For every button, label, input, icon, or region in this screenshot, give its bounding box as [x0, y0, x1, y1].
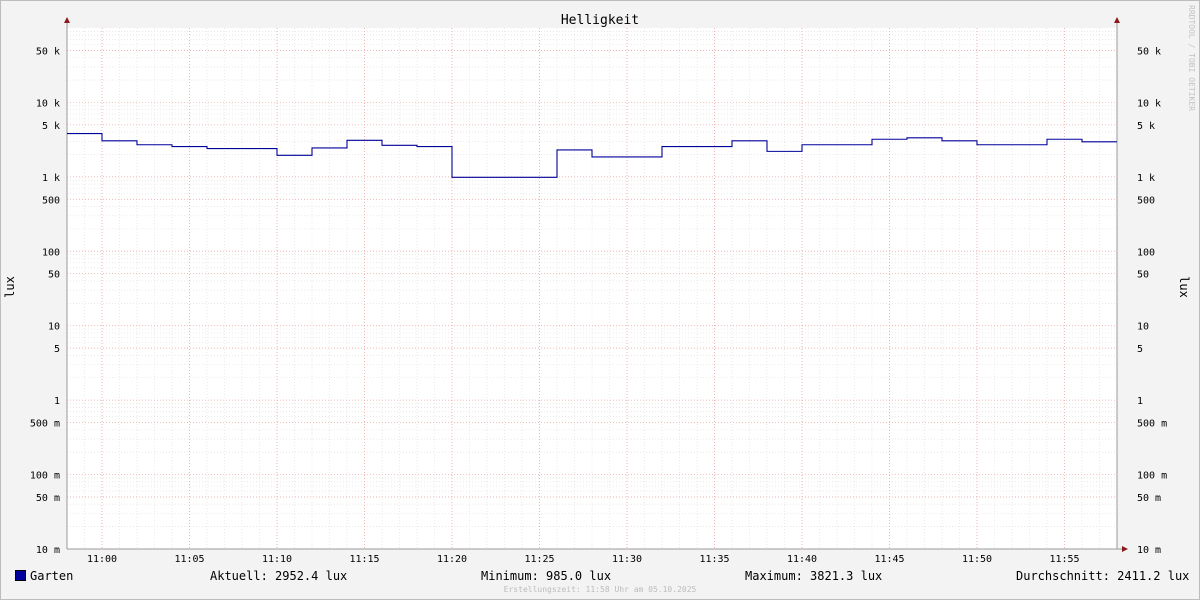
- y-tick-label-right: 100: [1137, 247, 1155, 258]
- rrdtool-watermark: RRDTOOL / TOBI OETIKER: [1187, 5, 1196, 111]
- y-tick-label-right: 50 m: [1137, 493, 1161, 504]
- y-tick-label-right: 5 k: [1137, 121, 1155, 132]
- legend-minimum: Minimum: 985.0 lux: [481, 569, 612, 583]
- legend-row: Garten Aktuell: 2952.4 lux Minimum: 985.…: [0, 567, 1200, 585]
- x-axis-arrow: [1122, 546, 1128, 552]
- x-tick-label: 11:30: [612, 554, 642, 565]
- y-axis-arrow-right: [1114, 17, 1120, 23]
- x-tick-label: 11:40: [787, 554, 817, 565]
- y-tick-label-right: 5: [1137, 344, 1143, 355]
- y-tick-label-left: 5 k: [42, 121, 60, 132]
- creation-time-note: Erstellungszeit: 11:58 Uhr am 05.10.2025: [503, 585, 697, 594]
- y-tick-label-left: 500: [42, 195, 60, 206]
- y-tick-label-left: 5: [54, 344, 60, 355]
- x-tick-label: 11:05: [174, 554, 204, 565]
- y-tick-label-left: 50 m: [36, 493, 60, 504]
- y-tick-label-right: 500: [1137, 195, 1155, 206]
- y-tick-label-right: 1: [1137, 396, 1143, 407]
- brightness-chart: Helligkeit lux lux 11:00 11:05 11:10 11:15 1…: [3, 13, 1191, 565]
- x-tick-label: 11:10: [262, 554, 292, 565]
- y-axis-label-right: lux: [1177, 276, 1191, 298]
- y-tick-label-left: 10 k: [36, 98, 60, 109]
- y-tick-label-left: 1: [54, 396, 60, 407]
- y-tick-label-right: 10 m: [1137, 545, 1161, 556]
- x-tick-label: 11:45: [874, 554, 904, 565]
- x-tick-label: 11:50: [962, 554, 992, 565]
- x-tick-label: 11:25: [524, 554, 554, 565]
- y-tick-label-right: 500 m: [1137, 419, 1167, 430]
- x-tick-label: 11:20: [437, 554, 467, 565]
- y-tick-label-left: 50: [48, 270, 60, 281]
- legend-swatch: [15, 570, 26, 581]
- y-axis-label-left: lux: [3, 276, 17, 298]
- x-tick-label: 11:00: [87, 554, 117, 565]
- x-tick-label: 11:15: [349, 554, 379, 565]
- y-tick-label-left: 100: [42, 247, 60, 258]
- y-tick-label-right: 10: [1137, 322, 1149, 333]
- y-tick-label-right: 10 k: [1137, 98, 1161, 109]
- legend-average: Durchschnitt: 2411.2 lux: [1016, 569, 1190, 583]
- x-tick-label: 11:35: [699, 554, 729, 565]
- legend-series-name: Garten: [30, 569, 74, 583]
- y-tick-label-right: 50: [1137, 270, 1149, 281]
- x-tick-label: 11:55: [1049, 554, 1079, 565]
- y-tick-label-right: 1 k: [1137, 173, 1155, 184]
- y-tick-label-left: 50 k: [36, 46, 60, 57]
- y-tick-label-left: 500 m: [30, 419, 60, 430]
- y-tick-label-left: 100 m: [30, 471, 60, 482]
- legend-maximum: Maximum: 3821.3 lux: [745, 569, 883, 583]
- y-tick-label-left: 10: [48, 322, 60, 333]
- y-axis-arrow-left: [64, 17, 70, 23]
- y-tick-label-left: 10 m: [36, 545, 60, 556]
- legend-current: Aktuell: 2952.4 lux: [210, 569, 348, 583]
- chart-title: Helligkeit: [561, 13, 639, 28]
- y-tick-label-right: 100 m: [1137, 471, 1167, 482]
- y-tick-label-right: 50 k: [1137, 46, 1161, 57]
- y-tick-label-left: 1 k: [42, 173, 60, 184]
